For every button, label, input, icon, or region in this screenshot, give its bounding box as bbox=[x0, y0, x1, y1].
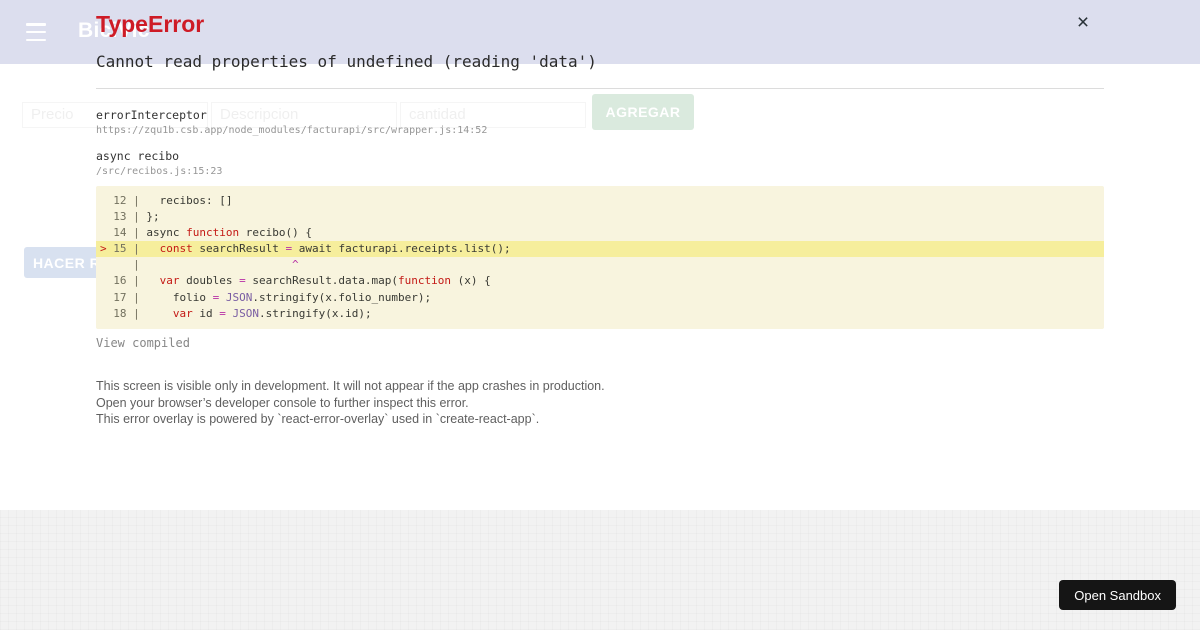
code-line: 14 | async function recibo() { bbox=[100, 226, 312, 240]
open-sandbox-button[interactable]: Open Sandbox bbox=[1059, 580, 1176, 610]
code-frame: 12 | recibos: [] 13 | }; 14 | async func… bbox=[96, 186, 1104, 329]
code-line: | ^ bbox=[100, 258, 299, 272]
close-icon[interactable]: × bbox=[1071, 11, 1095, 35]
divider bbox=[96, 88, 1104, 89]
code-line: 12 | recibos: [] bbox=[100, 194, 233, 207]
view-compiled-link[interactable]: View compiled bbox=[96, 336, 190, 350]
overlay-footer-note: This screen is visible only in developme… bbox=[96, 378, 605, 428]
error-overlay: × TypeError Cannot read properties of un… bbox=[96, 0, 1104, 510]
code-line: 18 | var id = JSON.stringify(x.id); bbox=[100, 306, 372, 320]
code-line: 17 | folio = JSON.stringify(x.folio_numb… bbox=[100, 290, 432, 304]
error-title: TypeError bbox=[96, 11, 205, 37]
code-line: > 15 | const searchResult = await factur… bbox=[96, 241, 1104, 258]
stack-frame-location: /src/recibos.js:15:23 bbox=[96, 166, 223, 177]
stack-frame-location: https://zqu1b.csb.app/node_modules/factu… bbox=[96, 125, 488, 136]
sandbox-preview-background bbox=[0, 510, 1200, 630]
footer-line: Open your browser’s developer console to… bbox=[96, 395, 469, 410]
code-line: 13 | }; bbox=[100, 210, 160, 224]
stack-frame-function: async recibo bbox=[96, 149, 180, 163]
stack-frame-function: errorInterceptor bbox=[96, 108, 207, 122]
footer-line: This error overlay is powered by `react-… bbox=[96, 412, 540, 427]
code-line: 16 | var doubles = searchResult.data.map… bbox=[100, 274, 491, 288]
error-message: Cannot read properties of undefined (rea… bbox=[96, 52, 597, 71]
footer-line: This screen is visible only in developme… bbox=[96, 379, 605, 393]
